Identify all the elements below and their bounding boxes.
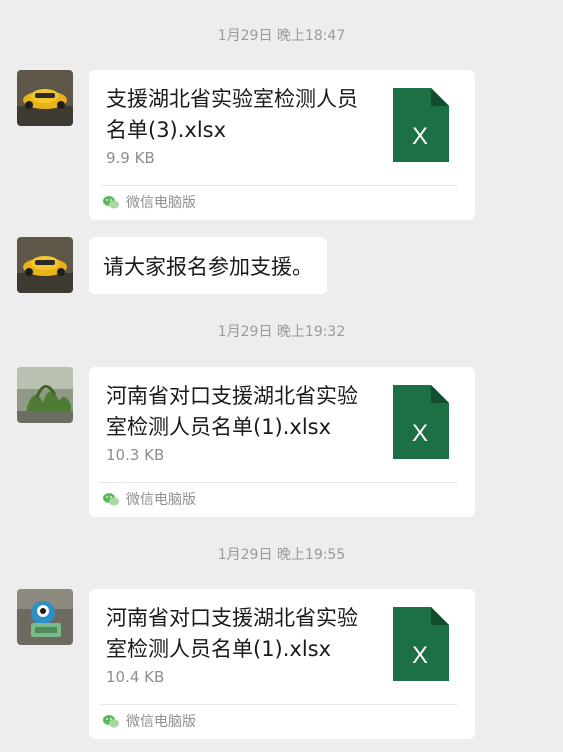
avatar[interactable] <box>17 237 73 293</box>
excel-file-icon: X <box>393 88 449 162</box>
timestamp: 1月29日 晚上18:47 <box>217 28 346 44</box>
source-label: 微信电脑版 <box>126 714 196 730</box>
avatar[interactable] <box>17 367 73 423</box>
file-name: 河南省对口支援湖北省实验室检测人员名单(1).xlsx <box>106 606 358 661</box>
card-divider <box>100 704 458 705</box>
file-message-card[interactable]: 河南省对口支援湖北省实验室检测人员名单(1).xlsx 10.3 KB X 微信… <box>89 367 475 517</box>
timestamp: 1月29日 晚上19:32 <box>217 324 346 340</box>
file-name: 河南省对口支援湖北省实验室检测人员名单(1).xlsx <box>106 384 358 439</box>
avatar[interactable] <box>17 70 73 126</box>
text-message-bubble[interactable]: 请大家报名参加支援。 <box>89 237 327 294</box>
excel-file-letter: X <box>412 123 428 150</box>
file-size: 10.4 KB <box>106 668 165 686</box>
file-message-card[interactable]: 支援湖北省实验室检测人员名单(3).xlsx 9.9 KB X 微信电脑版 <box>89 70 475 220</box>
source-label: 微信电脑版 <box>126 492 196 508</box>
wechat-logo-icon <box>103 714 119 727</box>
card-footer: 微信电脑版 <box>102 489 196 509</box>
card-footer: 微信电脑版 <box>102 711 196 731</box>
card-footer: 微信电脑版 <box>102 192 196 212</box>
card-divider <box>100 482 458 483</box>
file-message-card[interactable]: 河南省对口支援湖北省实验室检测人员名单(1).xlsx 10.4 KB X 微信… <box>89 589 475 739</box>
timestamp: 1月29日 晚上19:55 <box>217 547 346 563</box>
avatar[interactable] <box>17 589 73 645</box>
file-size: 10.3 KB <box>106 446 165 464</box>
excel-file-letter: X <box>412 420 428 447</box>
wechat-logo-icon <box>103 492 119 505</box>
file-size: 9.9 KB <box>106 149 155 167</box>
card-divider <box>100 185 458 186</box>
excel-file-icon: X <box>393 607 449 681</box>
source-label: 微信电脑版 <box>126 195 196 211</box>
excel-file-icon: X <box>393 385 449 459</box>
wechat-logo-icon <box>103 195 119 208</box>
file-name: 支援湖北省实验室检测人员名单(3).xlsx <box>106 87 358 142</box>
excel-file-letter: X <box>412 642 428 669</box>
